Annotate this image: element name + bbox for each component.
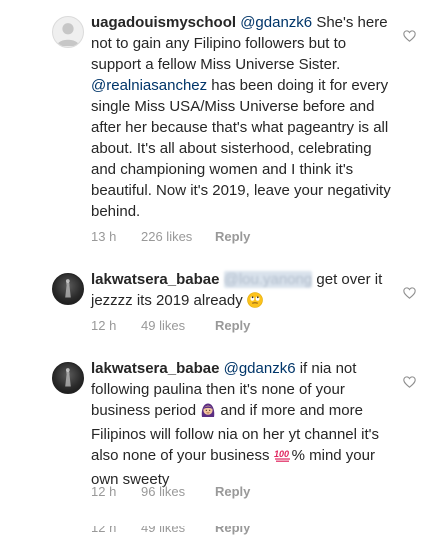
comment-likes[interactable]: 49 likes	[141, 318, 201, 333]
comment-likes[interactable]: 226 likes	[141, 229, 201, 244]
comment-likes[interactable]: 49 likes	[141, 526, 201, 535]
comment-username[interactable]: lakwatsera_babae	[91, 360, 219, 377]
reply-button[interactable]: Reply	[215, 318, 250, 333]
comment-time: 12 h	[91, 318, 117, 333]
comment-mention[interactable]: @gdanzk6	[224, 360, 296, 377]
woman-emoji-icon	[200, 402, 216, 424]
comment-meta: 12 h 49 likes Reply	[91, 318, 250, 333]
like-heart-icon[interactable]	[403, 287, 416, 299]
comment-likes[interactable]: 96 likes	[141, 484, 201, 499]
profile-photo-icon[interactable]	[52, 273, 84, 305]
comment-time: 12 h	[91, 526, 117, 535]
comment-meta: 12 h 96 likes Reply	[91, 484, 250, 499]
comment-text: uagadouismyschool @gdanzk6 She's here no…	[91, 12, 391, 222]
partial-comment-meta: 12 h 49 likes Reply	[91, 526, 391, 537]
default-avatar-icon[interactable]	[52, 16, 84, 48]
comment-body-2: has been doing it for every single Miss …	[91, 77, 391, 220]
comment-text: lakwatsera_babae @lou.yanong get over it…	[91, 269, 391, 314]
comment-mention-2[interactable]: @realniasanchez	[91, 77, 207, 94]
like-heart-icon[interactable]	[403, 30, 416, 42]
comments-list: uagadouismyschool @gdanzk6 She's here no…	[0, 0, 440, 537]
reply-button[interactable]: Reply	[215, 484, 250, 499]
like-heart-icon[interactable]	[403, 376, 416, 388]
eye-roll-emoji-icon	[247, 292, 263, 314]
hundred-points-emoji-icon: 100	[274, 447, 292, 469]
comment-time: 12 h	[91, 484, 117, 499]
comment-username[interactable]: lakwatsera_babae	[91, 271, 219, 288]
comment-username[interactable]: uagadouismyschool	[91, 14, 236, 31]
reply-button[interactable]: Reply	[215, 526, 250, 535]
reply-button[interactable]: Reply	[215, 229, 250, 244]
comment-time: 13 h	[91, 229, 117, 244]
blurred-mention: @lou.yanong	[223, 271, 313, 288]
svg-text:100: 100	[274, 449, 289, 459]
profile-photo-icon[interactable]	[52, 362, 84, 394]
comment-meta: 13 h 226 likes Reply	[91, 229, 250, 244]
comment-mention[interactable]: @gdanzk6	[240, 14, 312, 31]
comment-text: lakwatsera_babae @gdanzk6 if nia not fol…	[91, 358, 391, 490]
